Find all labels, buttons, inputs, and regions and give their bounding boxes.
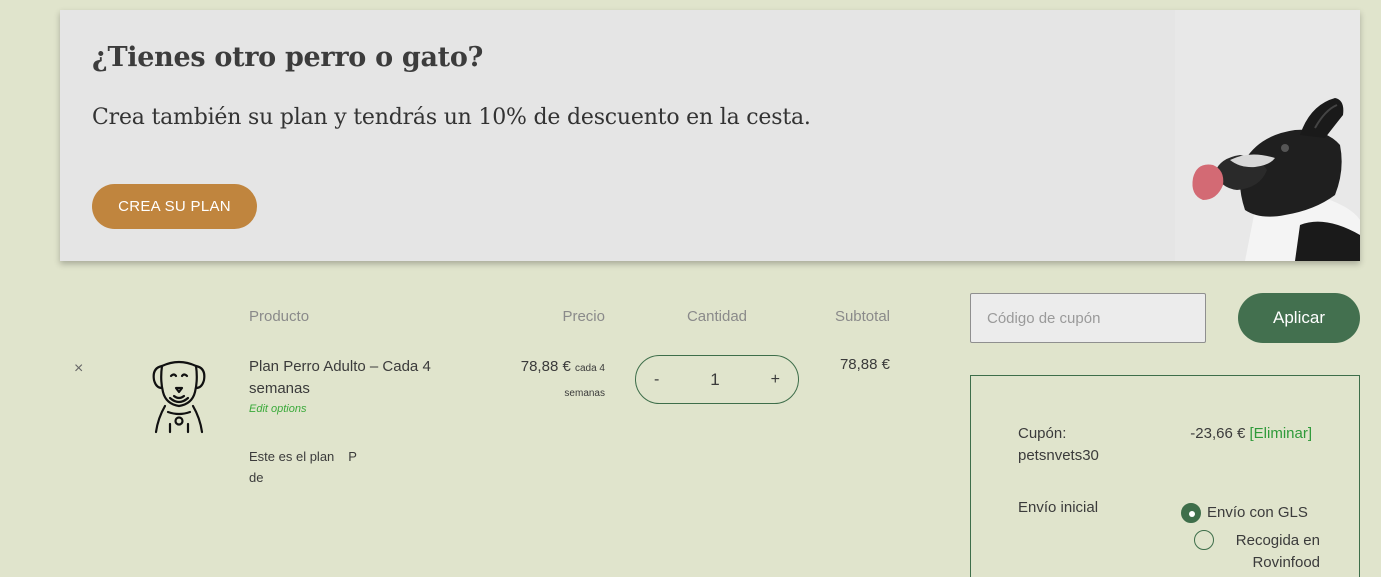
product-description: Este es el plan P de bbox=[249, 446, 379, 488]
create-plan-button[interactable]: CREA SU PLAN bbox=[92, 184, 257, 229]
radio-unselected-icon[interactable] bbox=[1194, 530, 1214, 550]
quantity-stepper: - 1 + bbox=[635, 355, 799, 404]
shipping-label: Envío inicial bbox=[1018, 499, 1099, 516]
shipping-option-pickup[interactable]: Recogida en Rovinfood bbox=[1194, 530, 1320, 574]
dog-image bbox=[1175, 10, 1360, 261]
coupon-input[interactable] bbox=[970, 293, 1206, 343]
column-header-product: Producto bbox=[249, 308, 310, 325]
edit-options-link[interactable]: Edit options bbox=[249, 403, 306, 415]
description-line: de bbox=[249, 470, 264, 485]
coupon-label: Cupón: petsnvets30 bbox=[1018, 425, 1099, 464]
shipping-option-label: Envío con GLS bbox=[1207, 504, 1308, 521]
quantity-increase-button[interactable]: + bbox=[771, 371, 780, 389]
column-header-subtotal: Subtotal bbox=[834, 308, 890, 325]
description-extra: P bbox=[348, 449, 357, 464]
item-subtotal: 78,88 € bbox=[839, 356, 890, 373]
description-line: Este es el plan bbox=[249, 449, 335, 464]
price-value: 78,88 € bbox=[520, 358, 571, 375]
item-price: 78,88 € cada 4 semanas bbox=[490, 356, 605, 406]
cart-totals: Cupón: petsnvets30 -23,66 € [Eliminar] E… bbox=[970, 375, 1360, 577]
apply-coupon-button[interactable]: Aplicar bbox=[1238, 293, 1360, 343]
coupon-discount: -23,66 € [Eliminar] bbox=[1190, 425, 1312, 442]
product-name[interactable]: Plan Perro Adulto – Cada 4 semanas bbox=[249, 356, 459, 400]
dog-outline-icon bbox=[152, 360, 206, 434]
shipping-option-label: Recogida en Rovinfood bbox=[1235, 532, 1320, 571]
quantity-decrease-button[interactable]: - bbox=[654, 371, 659, 389]
promo-subtitle: Crea también su plan y tendrás un 10% de… bbox=[92, 105, 811, 130]
promo-banner: ¿Tienes otro perro o gato? Crea también … bbox=[60, 10, 1360, 261]
promo-title: ¿Tienes otro perro o gato? bbox=[92, 42, 484, 73]
remove-coupon-link[interactable]: [Eliminar] bbox=[1249, 425, 1312, 442]
price-period: cada 4 semanas bbox=[564, 363, 605, 399]
remove-item-button[interactable]: × bbox=[74, 360, 83, 378]
radio-selected-icon[interactable] bbox=[1181, 503, 1201, 523]
quantity-value[interactable]: 1 bbox=[710, 370, 719, 390]
column-header-quantity: Cantidad bbox=[686, 308, 748, 325]
column-header-price: Precio bbox=[562, 308, 605, 325]
coupon-amount: -23,66 € bbox=[1190, 425, 1246, 442]
shipping-option-gls[interactable]: Envío con GLS bbox=[1181, 503, 1308, 523]
